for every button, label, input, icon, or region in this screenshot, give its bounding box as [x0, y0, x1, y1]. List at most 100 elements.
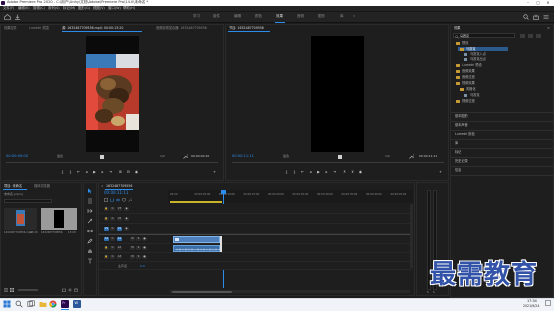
menu-clip[interactable]: 剪辑(C) [33, 6, 45, 10]
a1-source-patch[interactable]: A1 [104, 237, 109, 241]
ws-more-icon[interactable]: » [353, 14, 355, 19]
ws-tab-assembly[interactable]: 组件 [213, 14, 220, 19]
tree-item-audio-transitions[interactable]: 音频过渡 [462, 75, 475, 79]
a3-solo-button[interactable]: S [136, 255, 141, 259]
work-area-bar[interactable] [170, 201, 222, 203]
menu-graphics[interactable]: 图形(G) [78, 6, 90, 10]
tree-item-presets[interactable]: 预设 [462, 41, 468, 45]
32bit-effects-icon[interactable] [528, 34, 533, 38]
play-icon[interactable]: ▶ [92, 170, 97, 174]
source-fit-select[interactable]: 适合 [57, 155, 63, 158]
section-libraries[interactable]: 库 [455, 141, 458, 145]
list-view-icon[interactable] [4, 288, 8, 292]
track-label-a1[interactable]: A1 [117, 237, 122, 241]
tree-item-mosaic-in[interactable]: 马赛克入点 [470, 52, 486, 56]
prog-play-icon[interactable]: ▶ [316, 170, 321, 174]
source-timecode[interactable]: 00:00:00:00 [6, 154, 28, 159]
track-label-a2[interactable]: A2 [117, 246, 122, 250]
program-scrubber[interactable] [232, 162, 444, 163]
a3-sync-icon[interactable]: ⇋ [110, 255, 115, 259]
windows-start-icon[interactable] [3, 300, 11, 308]
a1-mute-button[interactable]: M [130, 237, 135, 241]
program-quality-select[interactable]: 1/2 [385, 155, 390, 158]
tree-item-video-effects[interactable]: 视频效果 [462, 81, 475, 85]
v3-toggle-output-icon[interactable]: ◉ [124, 207, 129, 211]
ripple-edit-tool-icon[interactable] [87, 208, 93, 214]
step-forward-icon[interactable]: ▸ [100, 170, 105, 174]
tree-item-mosaic-effect[interactable]: 马赛克 [470, 93, 480, 97]
ws-tab-color[interactable]: 颜色 [255, 14, 262, 19]
export-frame-icon[interactable]: ◉ [134, 170, 139, 174]
track-select-tool-icon[interactable] [87, 198, 93, 204]
yuv-effects-icon[interactable] [536, 34, 541, 38]
v1-sync-icon[interactable]: ⇋ [110, 227, 115, 231]
a2-sync-icon[interactable]: ⇋ [110, 246, 115, 250]
new-bin-icon[interactable] [62, 288, 66, 292]
menu-file[interactable]: 文件(F) [3, 6, 14, 10]
zoom-slider[interactable] [18, 289, 38, 291]
a2-lock-icon[interactable]: 🔒 [104, 246, 109, 250]
program-wrench-icon[interactable] [409, 154, 415, 159]
tab-audio-clip-mixer[interactable]: 音频剪辑混合器: 1632487709556 [156, 26, 207, 30]
slip-tool-icon[interactable] [87, 228, 93, 234]
program-playhead-marker[interactable] [338, 155, 342, 159]
tab-effect-controls[interactable]: 效果控件 [4, 26, 17, 30]
tree-item-mosaic-preset[interactable]: 马赛克 [466, 47, 476, 51]
overwrite-icon[interactable]: ⊟ [126, 170, 131, 174]
go-to-in-icon[interactable]: ⇤ [76, 170, 81, 174]
master-volume-value[interactable]: 0.0 [140, 265, 145, 268]
trash-icon[interactable] [74, 288, 78, 292]
new-item-icon[interactable] [68, 288, 72, 292]
taskbar-date[interactable]: 2021/9/24 [523, 304, 539, 308]
taskbar-time[interactable]: 17:34 [527, 299, 537, 303]
v3-lock-icon[interactable]: 🔒 [104, 207, 109, 211]
icon-view-icon[interactable] [10, 288, 14, 292]
prog-mark-out-icon[interactable]: } [292, 170, 297, 174]
prog-mark-in-icon[interactable]: { [284, 170, 289, 174]
video-clip-v1[interactable] [173, 236, 220, 243]
menu-window[interactable]: 窗口(W) [108, 6, 121, 10]
a3-lock-icon[interactable]: 🔒 [104, 255, 109, 259]
ws-tab-audio[interactable]: 音频 [297, 14, 304, 19]
task-view-icon[interactable] [27, 300, 35, 308]
prog-step-forward-icon[interactable]: ▸ [324, 170, 329, 174]
notification-icon[interactable] [545, 300, 551, 307]
section-lumetri-color[interactable]: Lumetri 颜色 [455, 132, 475, 136]
prog-export-frame-icon[interactable]: ◉ [358, 170, 363, 174]
tree-item-stylize[interactable]: 风格化 [466, 87, 476, 91]
timeline-sequence-tab[interactable]: 1632487709556 [106, 184, 132, 188]
pen-tool-icon[interactable] [87, 238, 93, 244]
extract-icon[interactable]: ⊻ [350, 170, 355, 174]
v2-toggle-output-icon[interactable]: ◉ [124, 217, 129, 221]
track-label-v2[interactable]: V2 [117, 217, 122, 221]
word-taskbar-icon[interactable]: W [73, 300, 81, 308]
program-fit-select[interactable]: 适合 [283, 155, 289, 158]
v3-sync-icon[interactable]: ⇋ [110, 207, 115, 211]
tab-project[interactable]: 项目: 未命名 [4, 184, 22, 188]
a1-sync-icon[interactable]: ⇋ [110, 237, 115, 241]
section-essential-graphics[interactable]: 基本图形 [455, 114, 468, 118]
meter-solo-button[interactable]: S [427, 291, 429, 295]
taskbar-search-icon[interactable] [15, 300, 23, 308]
mark-in-icon[interactable]: { [60, 170, 65, 174]
section-essential-sound[interactable]: 基本声音 [455, 123, 468, 127]
tab-lumetri-scopes[interactable]: Lumetri 范围 [29, 26, 49, 30]
a2-solo-button[interactable]: S [136, 246, 141, 250]
tree-item-mosaic-out[interactable]: 马赛克出点 [470, 57, 486, 61]
a3-mic-icon[interactable]: ● [142, 255, 147, 259]
prog-go-to-out-icon[interactable]: ⇥ [332, 170, 337, 174]
tab-media-browser[interactable]: 媒体浏览器 [34, 184, 50, 188]
section-info[interactable]: 信息 [455, 168, 461, 172]
a1-solo-button[interactable]: S [136, 237, 141, 241]
a3-mute-button[interactable]: M [130, 255, 135, 259]
track-label-v1[interactable]: V1 [117, 227, 122, 231]
timeline-scroll-thumb[interactable] [172, 290, 232, 293]
v1-toggle-output-icon[interactable]: ◉ [124, 227, 129, 231]
timeline-timecode[interactable]: 00:00:11:11 [104, 191, 128, 195]
mark-out-icon[interactable]: } [68, 170, 73, 174]
timeline-settings-icon[interactable] [128, 198, 133, 202]
quick-export-icon[interactable] [533, 14, 539, 20]
panel-menu-icon[interactable] [543, 14, 549, 20]
source-video-frame[interactable] [86, 36, 139, 152]
import-icon[interactable] [14, 14, 21, 20]
